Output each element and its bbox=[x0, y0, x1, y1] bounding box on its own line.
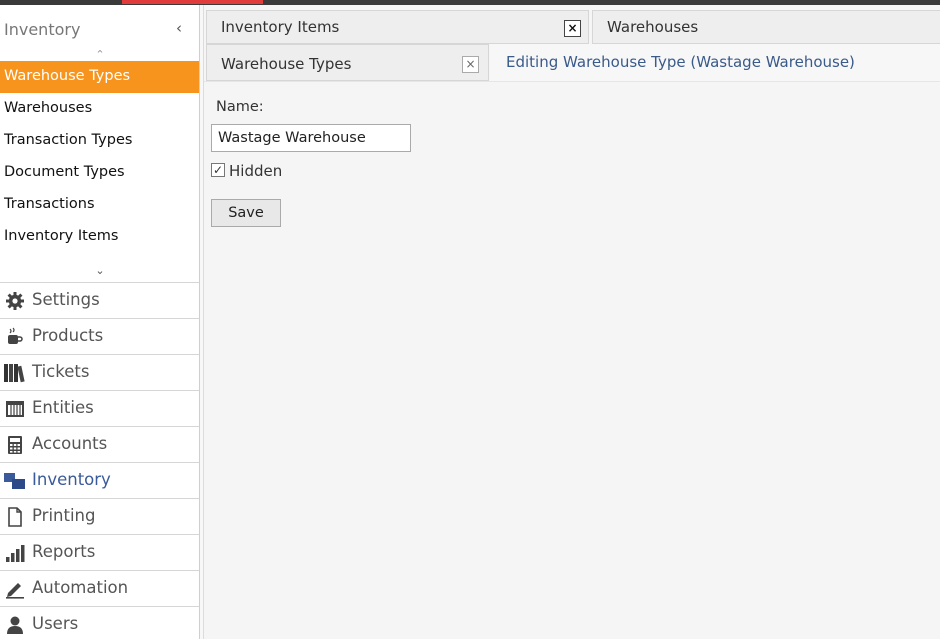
tab-label: Inventory Items bbox=[221, 18, 340, 36]
save-button[interactable]: Save bbox=[211, 199, 281, 227]
nav-item-users[interactable]: Users bbox=[0, 607, 199, 639]
sidebar: Inventory ‹ ⌃ Warehouse Types Warehouses… bbox=[0, 5, 200, 639]
nav-label: Printing bbox=[32, 506, 96, 525]
document-icon bbox=[8, 507, 22, 527]
app-window: Inventory ‹ ⌃ Warehouse Types Warehouses… bbox=[0, 0, 940, 639]
sidebar-item-warehouses[interactable]: Warehouses bbox=[0, 93, 199, 125]
sidebar-item-transaction-types[interactable]: Transaction Types bbox=[0, 125, 199, 157]
module-nav: Settings Products Tickets Entities Accou… bbox=[0, 282, 199, 639]
sidebar-title: Inventory bbox=[4, 20, 81, 39]
name-label: Name: bbox=[216, 99, 264, 115]
nav-item-settings[interactable]: Settings bbox=[0, 283, 199, 319]
nav-label: Accounts bbox=[32, 434, 108, 453]
top-accent-bar bbox=[122, 0, 263, 4]
nav-label: Settings bbox=[32, 290, 100, 309]
user-icon bbox=[7, 616, 23, 634]
sidebar-sub-list: Warehouse Types Warehouses Transaction T… bbox=[0, 61, 199, 253]
tab-warehouse-types[interactable]: Warehouse Types × bbox=[206, 44, 489, 81]
nav-label: Inventory bbox=[32, 470, 111, 489]
sidebar-item-warehouse-types[interactable]: Warehouse Types bbox=[0, 61, 199, 93]
nav-item-tickets[interactable]: Tickets bbox=[0, 355, 199, 391]
scroll-down-icon[interactable]: ⌄ bbox=[92, 264, 108, 277]
gear-icon bbox=[6, 292, 24, 310]
editor-title: Editing Warehouse Type (Wastage Warehous… bbox=[506, 53, 855, 71]
tab-warehouses[interactable]: Warehouses bbox=[592, 10, 940, 44]
tab-label: Warehouse Types bbox=[221, 55, 352, 73]
nav-item-entities[interactable]: Entities bbox=[0, 391, 199, 427]
nav-item-inventory[interactable]: Inventory bbox=[0, 463, 199, 499]
nav-label: Products bbox=[32, 326, 104, 345]
nav-item-automation[interactable]: Automation bbox=[0, 571, 199, 607]
nav-label: Entities bbox=[32, 398, 94, 417]
tab-row-bottom: Warehouse Types × Editing Warehouse Type… bbox=[204, 44, 940, 81]
sidebar-item-inventory-items[interactable]: Inventory Items bbox=[0, 221, 199, 253]
nav-item-reports[interactable]: Reports bbox=[0, 535, 199, 571]
pencil-icon bbox=[6, 583, 24, 599]
sidebar-header: Inventory ‹ bbox=[0, 5, 199, 50]
nav-item-printing[interactable]: Printing bbox=[0, 499, 199, 535]
nav-item-products[interactable]: Products bbox=[0, 319, 199, 355]
books-icon bbox=[4, 364, 25, 383]
nav-item-accounts[interactable]: Accounts bbox=[0, 427, 199, 463]
close-icon[interactable]: × bbox=[462, 56, 479, 73]
calculator-icon bbox=[8, 436, 22, 454]
sidebar-item-document-types[interactable]: Document Types bbox=[0, 157, 199, 189]
coffee-cup-icon bbox=[8, 327, 23, 344]
close-icon[interactable]: × bbox=[564, 20, 581, 37]
nav-label: Automation bbox=[32, 578, 129, 597]
sidebar-item-transactions[interactable]: Transactions bbox=[0, 189, 199, 221]
tab-inventory-items[interactable]: Inventory Items × bbox=[206, 10, 589, 44]
hidden-label: Hidden bbox=[229, 162, 283, 180]
nav-label: Tickets bbox=[32, 362, 90, 381]
scroll-up-icon[interactable]: ⌃ bbox=[92, 48, 108, 61]
bar-chart-icon bbox=[6, 545, 25, 562]
warehouse-type-form: Name: ✓ Hidden Save bbox=[204, 81, 940, 639]
inventory-icon bbox=[4, 473, 25, 489]
tab-label: Warehouses bbox=[607, 18, 699, 36]
table-icon bbox=[6, 401, 24, 417]
nav-label: Users bbox=[32, 614, 79, 633]
main-panel: Inventory Items × Warehouses Warehouse T… bbox=[203, 5, 940, 639]
hidden-checkbox[interactable]: ✓ bbox=[211, 163, 225, 177]
editor-header: Editing Warehouse Type (Wastage Warehous… bbox=[490, 44, 940, 81]
nav-label: Reports bbox=[32, 542, 96, 561]
tab-row-top: Inventory Items × Warehouses bbox=[204, 10, 940, 44]
name-input[interactable] bbox=[211, 124, 411, 152]
chevron-left-icon[interactable]: ‹ bbox=[176, 19, 182, 37]
